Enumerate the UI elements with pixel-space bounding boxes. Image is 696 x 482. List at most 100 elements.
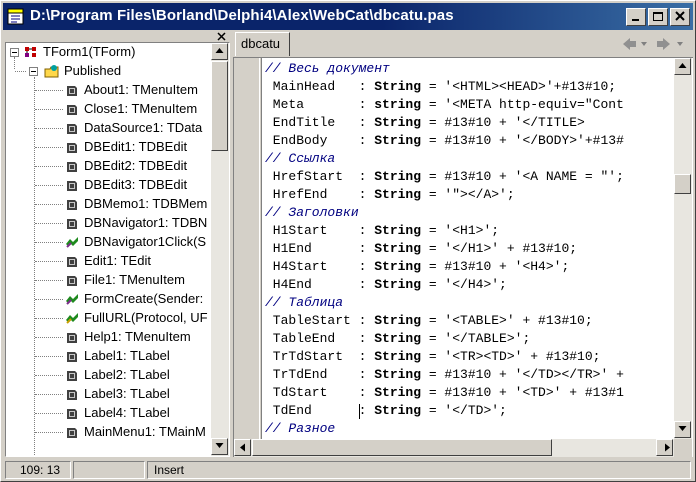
back-dropdown-icon[interactable] xyxy=(641,42,647,46)
close-button[interactable] xyxy=(670,8,690,26)
tree-item-label: DBEdit2: TDBEdit xyxy=(84,158,188,173)
scroll-down-button[interactable] xyxy=(674,421,691,438)
code-line: // Разное xyxy=(265,420,335,438)
tree-scrollbar[interactable] xyxy=(211,43,229,456)
code-keyword: String xyxy=(374,313,422,328)
browse-back-icon[interactable] xyxy=(623,38,636,50)
tree-item-label: DataSource1: TData xyxy=(84,120,203,135)
tree-item[interactable]: MainMenu1: TMainM xyxy=(6,423,211,442)
forward-dropdown-icon[interactable] xyxy=(677,42,683,46)
scroll-thumb[interactable] xyxy=(211,61,228,151)
code-comment: // Ссылка xyxy=(265,151,336,166)
function-icon xyxy=(64,311,80,326)
code-keyword: String xyxy=(374,241,422,256)
scroll-up-button[interactable] xyxy=(674,58,691,75)
code-keyword: String xyxy=(374,169,422,184)
code-identifier: HrefEnd : xyxy=(265,187,375,202)
scroll-right-button[interactable] xyxy=(656,439,673,456)
field-icon xyxy=(64,83,80,98)
collapse-group-toggle[interactable] xyxy=(29,67,38,76)
tree-root-node[interactable]: TForm1(TForm) xyxy=(6,43,206,62)
code-value: = '<TABLE>' + #13#10; xyxy=(421,313,593,328)
code-value: = '<TR><TD>' + #13#10; xyxy=(421,349,601,364)
tree-item[interactable]: File1: TMenuItem xyxy=(6,271,211,290)
tree-item[interactable]: Help1: TMenuItem xyxy=(6,328,211,347)
arrow-up-icon xyxy=(215,48,224,53)
title-bar[interactable]: D:\Program Files\Borland\Delphi4\Alex\We… xyxy=(3,3,693,30)
tree-item[interactable]: FormCreate(Sender: xyxy=(6,290,211,309)
tree-item[interactable]: Label2: TLabel xyxy=(6,366,211,385)
editor-vscrollbar[interactable] xyxy=(674,58,692,439)
scroll-thumb[interactable] xyxy=(252,439,552,456)
tree-item-label: Label3: TLabel xyxy=(84,386,170,401)
scroll-thumb[interactable] xyxy=(674,174,691,194)
tree-item-label: Edit1: TEdit xyxy=(84,253,151,268)
code-comment: // Таблица xyxy=(265,295,344,310)
arrow-up-icon xyxy=(678,63,687,68)
arrow-down-icon xyxy=(678,426,687,431)
tree-item-label: DBMemo1: TDBMem xyxy=(84,196,208,211)
tree-item[interactable]: DBMemo1: TDBMem xyxy=(6,195,211,214)
tree-item[interactable]: FullURL(Protocol, UF xyxy=(6,309,211,328)
code-line: MainHead : String = '<HTML><HEAD>'+#13#1… xyxy=(265,78,616,96)
method-icon xyxy=(64,235,80,250)
close-explorer-icon[interactable] xyxy=(216,32,228,42)
code-line: H1End : String = '</H1>' + #13#10; xyxy=(265,240,577,258)
code-explorer: TForm1(TForm) Published About1: TMenuIte… xyxy=(5,42,230,457)
tree-item[interactable]: Edit1: TEdit xyxy=(6,252,211,271)
tree-item[interactable]: DBEdit2: TDBEdit xyxy=(6,157,211,176)
code-identifier: Meta : xyxy=(265,97,375,112)
tree-item-label: DBNavigator1Click(S xyxy=(84,234,207,249)
tree-item[interactable]: DataSource1: TData xyxy=(6,119,211,138)
code-area[interactable]: // Весь документ MainHead : String = '<H… xyxy=(265,60,670,438)
tab-dbcatu[interactable]: dbcatu xyxy=(235,32,290,56)
tree-item[interactable]: Label1: TLabel xyxy=(6,347,211,366)
scroll-down-button[interactable] xyxy=(211,438,228,455)
tree-item[interactable]: Label4: TLabel xyxy=(6,404,211,423)
editor-tab-strip: dbcatu xyxy=(233,32,693,57)
code-identifier: TdStart : xyxy=(265,385,375,400)
code-keyword: String xyxy=(374,79,422,94)
tree-item[interactable]: DBNavigator1: TDBN xyxy=(6,214,211,233)
editor-hscrollbar[interactable] xyxy=(234,439,674,457)
modified-indicator xyxy=(73,461,145,479)
code-value: = #13#10 + '<TD>' + #13#1 xyxy=(421,385,624,400)
code-identifier: EndBody : xyxy=(265,133,375,148)
collapse-root-toggle[interactable] xyxy=(10,48,19,57)
tree-item-label: MainMenu1: TMainM xyxy=(84,424,206,439)
field-icon xyxy=(64,254,80,269)
field-icon xyxy=(64,102,80,117)
code-identifier: EndTitle : xyxy=(265,115,375,130)
scroll-up-button[interactable] xyxy=(211,43,228,60)
code-line: // Таблица xyxy=(265,294,343,312)
form-class-icon xyxy=(25,47,36,57)
code-identifier: HrefStart : xyxy=(265,169,375,184)
code-line: TrTdEnd : String = #13#10 + '</TD></TR>'… xyxy=(265,366,624,384)
code-keyword: String xyxy=(374,133,422,148)
code-line: TableEnd : String = '</TABLE>'; xyxy=(265,330,530,348)
minimize-button[interactable] xyxy=(626,8,646,26)
code-identifier: TrTdStart : xyxy=(265,349,375,364)
browse-forward-icon[interactable] xyxy=(657,38,670,50)
code-value: = '<H1>'; xyxy=(421,223,500,238)
code-identifier: H4End : xyxy=(265,277,375,292)
tree-item-label: DBNavigator1: TDBN xyxy=(84,215,208,230)
tree-item[interactable]: DBEdit3: TDBEdit xyxy=(6,176,211,195)
tree-item[interactable]: Label3: TLabel xyxy=(6,385,211,404)
tree-item[interactable]: DBEdit1: TDBEdit xyxy=(6,138,211,157)
nav-buttons xyxy=(623,38,683,50)
code-editor[interactable]: // Весь документ MainHead : String = '<H… xyxy=(233,57,693,457)
tree-item[interactable]: DBNavigator1Click(S xyxy=(6,233,211,252)
maximize-button[interactable] xyxy=(648,8,668,26)
tree-item[interactable]: Close1: TMenuItem xyxy=(6,100,211,119)
scroll-left-button[interactable] xyxy=(234,439,251,456)
tree-item[interactable]: About1: TMenuItem xyxy=(6,81,211,100)
code-line: Meta : string = '<META http-equiv="Cont xyxy=(265,96,624,114)
code-keyword: String xyxy=(374,349,422,364)
code-value: = '<HTML><HEAD>'+#13#10; xyxy=(421,79,617,94)
code-value: = #13#10 + '<A NAME = "'; xyxy=(421,169,624,184)
tree-group-node[interactable]: Published xyxy=(6,62,206,81)
tab-label: dbcatu xyxy=(241,36,281,51)
field-icon xyxy=(64,197,80,212)
code-line: H4End : String = '</H4>'; xyxy=(265,276,507,294)
